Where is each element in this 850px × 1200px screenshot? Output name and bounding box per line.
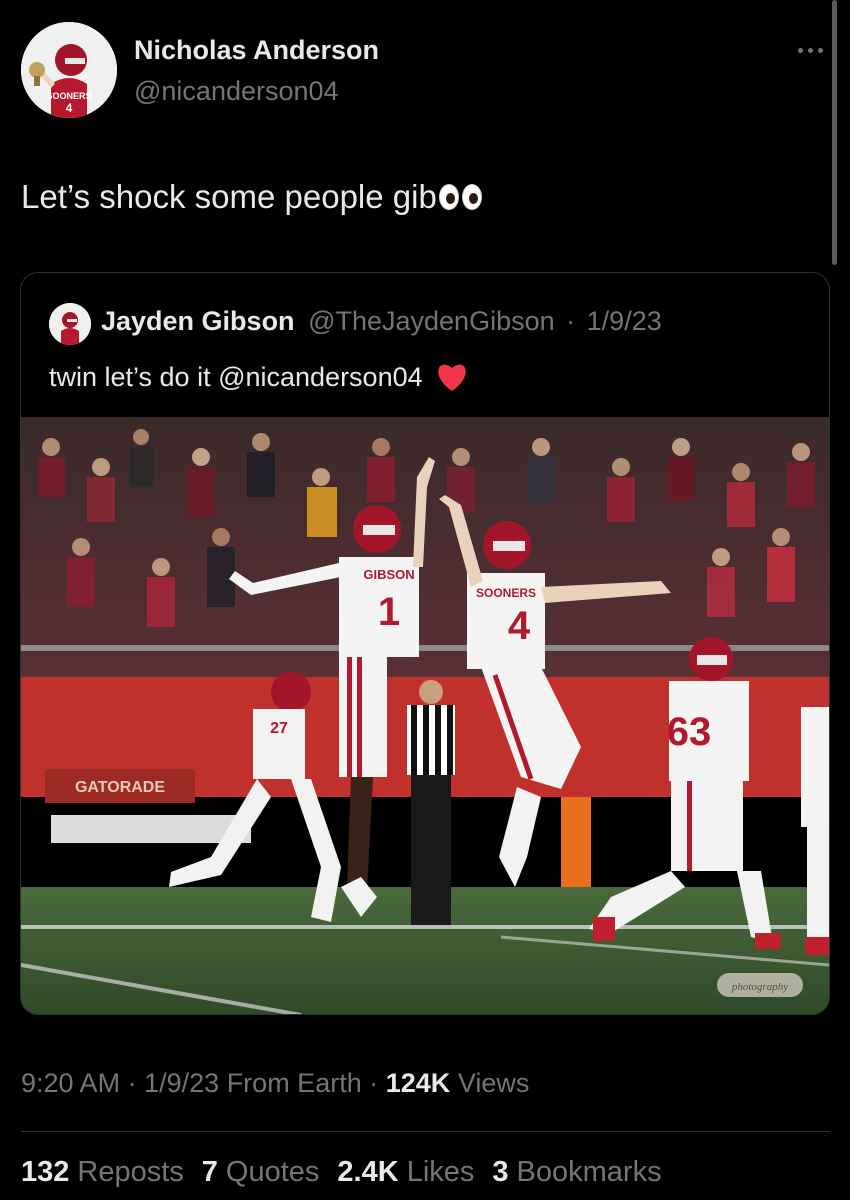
tweet-text-content: Let’s shock some people gib [21,178,437,215]
tweet-source: From Earth [226,1068,362,1098]
quoted-author-handle[interactable]: @TheJaydenGibson [308,306,555,336]
gatorade-banner-text: GATORADE [75,779,165,796]
svg-text:SOONERS: SOONERS [46,91,91,101]
reposts-stat[interactable]: 132 Reposts [21,1156,184,1189]
author-avatar[interactable]: SOONERS 4 [21,22,117,118]
jersey-27-number: 27 [270,720,288,737]
quoted-tweet-photo[interactable]: GATORADE 27 GIBSON 1 SOONERS 4 63 photog… [21,417,829,1014]
quoted-tweet-text: twin let’s do it @nicanderson04 [49,361,469,393]
jersey-sooners-text: SOONERS [476,586,536,600]
quoted-separator: · [566,306,576,336]
tweet-time[interactable]: 9:20 AM [21,1068,120,1098]
quoted-date[interactable]: 1/9/23 [587,306,662,336]
scrollbar[interactable] [832,0,837,265]
eyes-emoji-icon [438,184,482,210]
jersey-4-number: 4 [508,604,531,648]
more-options-icon[interactable] [792,38,828,62]
author-display-name[interactable]: Nicholas Anderson [134,35,379,66]
tweet-date[interactable]: 1/9/23 [144,1068,219,1098]
tweet-detail-page: SOONERS 4 Nicholas Anderson @nicanderson… [0,0,850,1200]
author-handle[interactable]: @nicanderson04 [134,76,339,107]
views-label: Views [457,1068,530,1098]
quoted-tweet-card[interactable]: Jayden Gibson @TheJaydenGibson · 1/9/23 … [20,272,830,1015]
engagement-stats: 132 Reposts 7 Quotes 2.4K Likes 3 Bookmarks [21,1156,662,1189]
tweet-text: Let’s shock some people gib [21,178,482,216]
quoted-text-content: twin let’s do it @nicanderson04 [49,361,423,392]
jersey-63-number: 63 [667,710,712,754]
quoted-author-name[interactable]: Jayden Gibson [101,306,295,336]
red-heart-icon [435,361,469,393]
meta-separator: · [127,1068,137,1098]
jersey-gibson-name: GIBSON [363,567,414,582]
meta-separator: · [369,1068,379,1098]
svg-text:4: 4 [66,101,73,115]
quotes-stat[interactable]: 7 Quotes [202,1156,320,1189]
quoted-tweet-header: Jayden Gibson @TheJaydenGibson · 1/9/23 [101,306,662,337]
views-count: 124K [385,1068,451,1098]
divider [21,1131,830,1132]
tweet-metadata: 9:20 AM · 1/9/23 From Earth · 124K Views [21,1068,529,1099]
jersey-1-number: 1 [378,590,400,634]
quoted-author-avatar[interactable] [49,303,91,345]
bookmarks-stat[interactable]: 3 Bookmarks [492,1156,661,1189]
photo-watermark: photography [731,981,788,993]
likes-stat[interactable]: 2.4K Likes [337,1156,474,1189]
